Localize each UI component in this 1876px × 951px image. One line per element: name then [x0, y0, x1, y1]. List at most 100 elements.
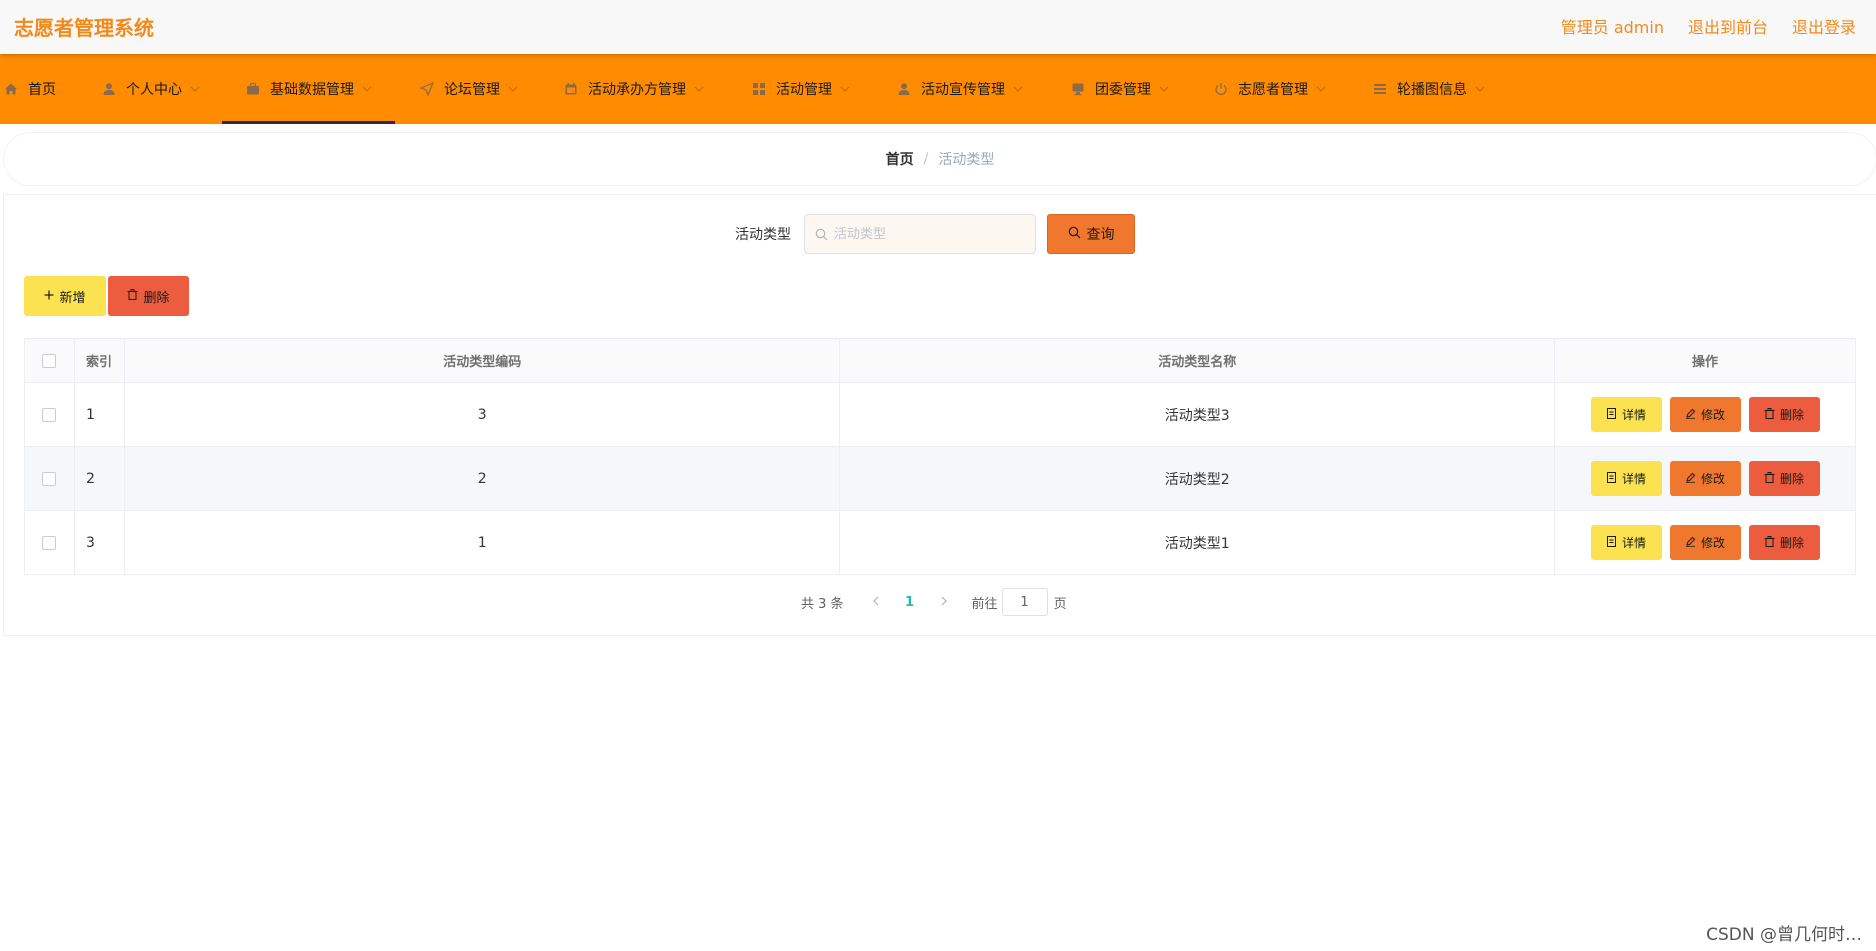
row-select-cell [24, 446, 75, 511]
column-header-index: 索引 [73, 338, 125, 383]
chevron-down-icon [508, 84, 518, 94]
table-header-row: 索引 活动类型编码 活动类型名称 操作 [24, 338, 1856, 383]
goto-label: 前往 [971, 596, 998, 612]
table-row: 2 2 活动类型2 详情 修改 删除 [24, 446, 1856, 511]
nav-item-volunteer[interactable]: 志愿者管理 [1214, 54, 1326, 124]
watermark: CSDN @曾几何时… [1706, 925, 1862, 945]
nav-item-activity[interactable]: 活动管理 [752, 54, 850, 124]
row-select-cell [24, 510, 75, 575]
query-button[interactable]: 查询 [1047, 214, 1135, 254]
nav-item-home[interactable]: 首页 [4, 54, 56, 124]
next-page-icon[interactable] [930, 595, 958, 610]
row-index: 3 [73, 510, 125, 575]
document-icon [1606, 407, 1617, 422]
nav-label: 基础数据管理 [270, 82, 354, 98]
breadcrumb-home[interactable]: 首页 [886, 149, 914, 169]
user-icon [897, 82, 911, 96]
row-actions: 详情 修改 删除 [1554, 446, 1856, 511]
list-icon [1373, 82, 1387, 96]
row-checkbox[interactable] [42, 471, 57, 486]
delete-label: 删除 [1779, 408, 1804, 422]
calendar-icon [564, 82, 578, 96]
edit-icon [1685, 536, 1696, 550]
batch-delete-button[interactable]: 删除 [108, 276, 189, 316]
nav-label: 论坛管理 [444, 82, 500, 98]
trash-icon [127, 288, 138, 304]
row-actions: 详情 修改 删除 [1554, 510, 1856, 575]
detail-label: 详情 [1621, 408, 1646, 422]
chevron-down-icon [1159, 84, 1169, 94]
table-row: 3 1 活动类型1 详情 修改 删除 [24, 510, 1856, 575]
detail-label: 详情 [1621, 472, 1646, 486]
detail-button[interactable]: 详情 [1590, 525, 1662, 560]
chevron-down-icon [1013, 84, 1023, 94]
row-select-cell [24, 382, 75, 447]
row-index: 1 [73, 382, 125, 447]
row-code: 2 [123, 446, 841, 511]
pagination: 共 3 条 1 前往 页 [801, 588, 1067, 616]
row-name: 活动类型1 [839, 510, 1555, 575]
row-index: 2 [73, 446, 125, 511]
edit-icon [1685, 408, 1696, 422]
nav-item-youth-league[interactable]: 团委管理 [1071, 54, 1169, 124]
search-input[interactable] [834, 226, 1024, 242]
column-header-name: 活动类型名称 [839, 338, 1555, 383]
nav-item-carousel[interactable]: 轮播图信息 [1373, 54, 1485, 124]
nav-label: 活动管理 [776, 82, 832, 98]
chevron-down-icon [840, 84, 850, 94]
search-icon [1068, 226, 1081, 243]
pagination-total: 共 3 条 [801, 596, 844, 612]
breadcrumb-current: 活动类型 [938, 152, 995, 168]
add-button-label: 新增 [59, 290, 86, 306]
delete-button[interactable]: 删除 [1748, 525, 1820, 560]
edit-label: 修改 [1700, 408, 1725, 422]
column-header-code: 活动类型编码 [123, 338, 841, 383]
nav-label: 轮播图信息 [1397, 82, 1467, 98]
delete-button[interactable]: 删除 [1748, 461, 1820, 496]
row-checkbox[interactable] [42, 407, 57, 422]
search-field[interactable] [804, 214, 1036, 254]
nav-label: 活动承办方管理 [588, 82, 686, 98]
logout-link[interactable]: 退出登录 [1792, 14, 1856, 38]
prev-page-icon[interactable] [862, 595, 890, 610]
trash-icon [1764, 407, 1775, 422]
back-to-frontend-link[interactable]: 退出到前台 [1688, 14, 1768, 38]
goto-page-input[interactable] [1001, 588, 1048, 616]
delete-button[interactable]: 删除 [1748, 397, 1820, 432]
edit-button[interactable]: 修改 [1669, 397, 1741, 432]
detail-button[interactable]: 详情 [1590, 461, 1662, 496]
chevron-down-icon [1316, 84, 1326, 94]
nav-item-forum[interactable]: 论坛管理 [420, 54, 518, 124]
main-nav: 首页 个人中心 基础数据管理 论坛管理 活动承办方管理 活动管理 活动宣传管理 … [0, 54, 1876, 124]
breadcrumb: 首页 / 活动类型 [4, 133, 1876, 185]
chevron-down-icon [1475, 84, 1485, 94]
breadcrumb-separator: / [923, 151, 929, 167]
edit-icon [1685, 472, 1696, 486]
nav-label: 首页 [28, 82, 56, 98]
edit-button[interactable]: 修改 [1669, 461, 1741, 496]
edit-button[interactable]: 修改 [1669, 525, 1741, 560]
trash-icon [1764, 471, 1775, 486]
search-label: 活动类型 [735, 227, 791, 243]
detail-button[interactable]: 详情 [1590, 397, 1662, 432]
nav-item-basic-data[interactable]: 基础数据管理 [222, 54, 395, 124]
search-icon [815, 228, 828, 241]
briefcase-icon [246, 82, 260, 96]
row-checkbox[interactable] [42, 535, 57, 550]
nav-item-promotion[interactable]: 活动宣传管理 [897, 54, 1023, 124]
admin-user-link[interactable]: 管理员 admin [1561, 14, 1664, 38]
nav-item-personal-center[interactable]: 个人中心 [102, 54, 200, 124]
nav-label: 志愿者管理 [1238, 82, 1308, 98]
top-header: 志愿者管理系统 管理员 admin 退出到前台 退出登录 [0, 0, 1876, 54]
column-header-actions: 操作 [1554, 338, 1856, 383]
nav-item-organizer[interactable]: 活动承办方管理 [564, 54, 704, 124]
select-all-checkbox[interactable] [42, 353, 57, 368]
plus-icon [44, 289, 54, 304]
page-number[interactable]: 1 [890, 595, 930, 610]
chevron-down-icon [190, 84, 200, 94]
send-icon [420, 82, 434, 96]
trash-icon [1764, 535, 1775, 550]
add-button[interactable]: 新增 [24, 276, 106, 316]
document-icon [1606, 535, 1617, 550]
monitor-icon [1071, 82, 1085, 96]
